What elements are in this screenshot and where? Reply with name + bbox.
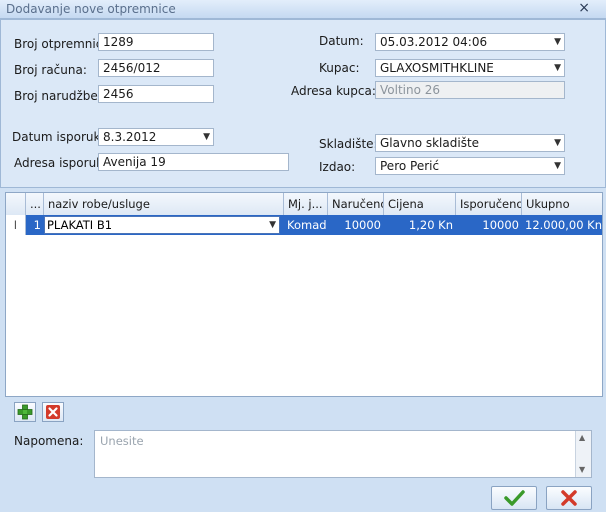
napomena-textarea[interactable]: Unesite ▲ ▼ xyxy=(94,430,592,478)
col-header-isporuceno[interactable]: Isporučeno xyxy=(456,193,522,215)
datum-isporuke-dropdown[interactable]: 8.3.2012 ▼ xyxy=(98,128,214,146)
adresa-kupca-value: Voltino 26 xyxy=(380,83,441,97)
broj-narudzbe-value: 2456 xyxy=(103,87,134,101)
chevron-down-icon[interactable]: ▼ xyxy=(554,60,561,76)
broj-racuna-value: 2456/012 xyxy=(103,61,161,75)
add-row-button[interactable] xyxy=(14,402,36,422)
close-icon[interactable]: × xyxy=(578,0,590,16)
izdao-label: Izdao: xyxy=(319,160,356,174)
naziv-cell-dropdown[interactable]: PLAKATI B1 ▼ xyxy=(44,216,280,234)
kupac-value: GLAXOSMITHKLINE xyxy=(380,61,494,75)
col-header-naruceno[interactable]: Naručeno xyxy=(328,193,384,215)
table-row[interactable]: I 1 PLAKATI B1 ▼ Komad 10000 1,20 Kn 100… xyxy=(6,215,602,235)
adresa-kupca-input: Voltino 26 xyxy=(375,81,565,99)
window-title: Dodavanje nove otpremnice xyxy=(6,2,176,16)
skladiste-value: Glavno skladište xyxy=(380,136,480,150)
kupac-dropdown[interactable]: GLAXOSMITHKLINE ▼ xyxy=(375,59,565,77)
izdao-value: Pero Perić xyxy=(380,159,440,173)
header-form-panel: Broj otpremnice: 1289 Broj računa: 2456/… xyxy=(0,19,606,188)
broj-otpremnice-input[interactable]: 1289 xyxy=(98,33,214,51)
naziv-value: PLAKATI B1 xyxy=(47,218,113,232)
broj-racuna-label: Broj računa: xyxy=(14,63,87,77)
broj-narudzbe-input[interactable]: 2456 xyxy=(98,85,214,103)
datum-label: Datum: xyxy=(319,34,364,48)
title-bar: Dodavanje nove otpremnice × xyxy=(0,0,606,19)
col-header-naziv[interactable]: naziv robe/usluge xyxy=(44,193,284,215)
plus-icon xyxy=(17,404,33,420)
izdao-dropdown[interactable]: Pero Perić ▼ xyxy=(375,157,565,175)
row-indicator: I xyxy=(6,215,26,235)
row-header-corner xyxy=(6,193,26,215)
checkmark-icon xyxy=(504,490,525,506)
broj-racuna-input[interactable]: 2456/012 xyxy=(98,59,214,77)
x-icon xyxy=(46,405,60,419)
isporuceno-cell[interactable]: 10000 xyxy=(456,215,522,235)
remove-row-button[interactable] xyxy=(42,402,64,422)
datum-isporuke-label: Datum isporuke: xyxy=(12,130,112,144)
broj-narudzbe-label: Broj narudžbe: xyxy=(14,89,102,103)
ukupno-cell[interactable]: 12.000,00 Kn xyxy=(522,215,602,235)
confirm-button[interactable] xyxy=(491,486,537,510)
skladiste-dropdown[interactable]: Glavno skladište ▼ xyxy=(375,134,565,152)
adresa-kupca-label: Adresa kupca: xyxy=(291,84,376,98)
scroll-down-icon[interactable]: ▼ xyxy=(579,465,585,474)
napomena-label: Napomena: xyxy=(14,434,84,448)
skladiste-label: Skladište: xyxy=(319,137,378,151)
grid-header: ... naziv robe/usluge Mj. j... Naručeno … xyxy=(6,193,602,216)
datum-value: 05.03.2012 04:06 xyxy=(380,35,488,49)
cancel-button[interactable] xyxy=(546,486,592,510)
adresa-isporuke-value: Avenija 19 xyxy=(103,155,166,169)
chevron-down-icon[interactable]: ▼ xyxy=(554,135,561,151)
col-header-number[interactable]: ... xyxy=(26,193,44,215)
chevron-down-icon[interactable]: ▼ xyxy=(554,34,561,50)
chevron-down-icon[interactable]: ▼ xyxy=(269,217,276,233)
scroll-up-icon[interactable]: ▲ xyxy=(579,433,585,442)
datum-isporuke-value: 8.3.2012 xyxy=(103,130,157,144)
napomena-placeholder: Unesite xyxy=(100,434,144,448)
datum-dropdown[interactable]: 05.03.2012 04:06 ▼ xyxy=(375,33,565,51)
napomena-scrollbar[interactable]: ▲ ▼ xyxy=(575,431,591,477)
col-header-mj[interactable]: Mj. j... xyxy=(284,193,328,215)
chevron-down-icon[interactable]: ▼ xyxy=(203,129,210,145)
mj-cell[interactable]: Komad xyxy=(284,215,328,235)
cross-icon xyxy=(561,490,577,506)
adresa-isporuke-input[interactable]: Avenija 19 xyxy=(98,153,289,171)
cijena-cell[interactable]: 1,20 Kn xyxy=(384,215,456,235)
items-grid: ... naziv robe/usluge Mj. j... Naručeno … xyxy=(5,192,603,397)
kupac-label: Kupac: xyxy=(319,61,360,75)
row-number: 1 xyxy=(33,218,41,232)
naruceno-cell[interactable]: 10000 xyxy=(328,215,384,235)
broj-otpremnice-value: 1289 xyxy=(103,35,134,49)
col-header-ukupno[interactable]: Ukupno xyxy=(522,193,602,215)
chevron-down-icon[interactable]: ▼ xyxy=(554,158,561,174)
col-header-cijena[interactable]: Cijena xyxy=(384,193,456,215)
